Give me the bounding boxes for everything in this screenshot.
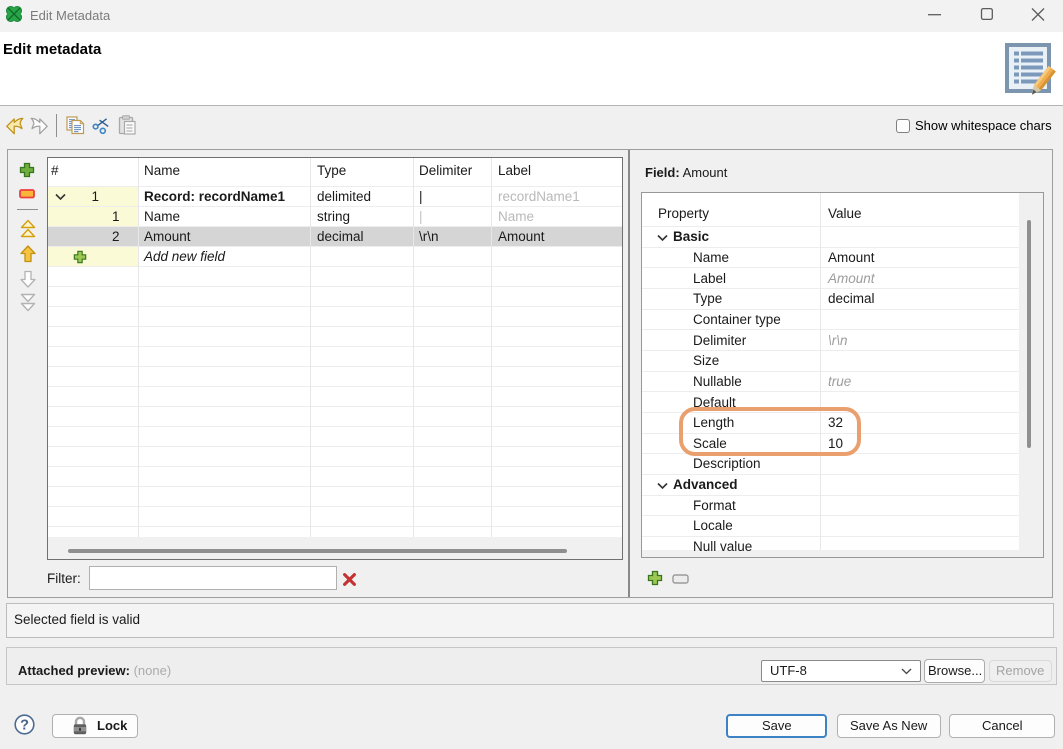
svg-text:?: ? (20, 718, 29, 734)
